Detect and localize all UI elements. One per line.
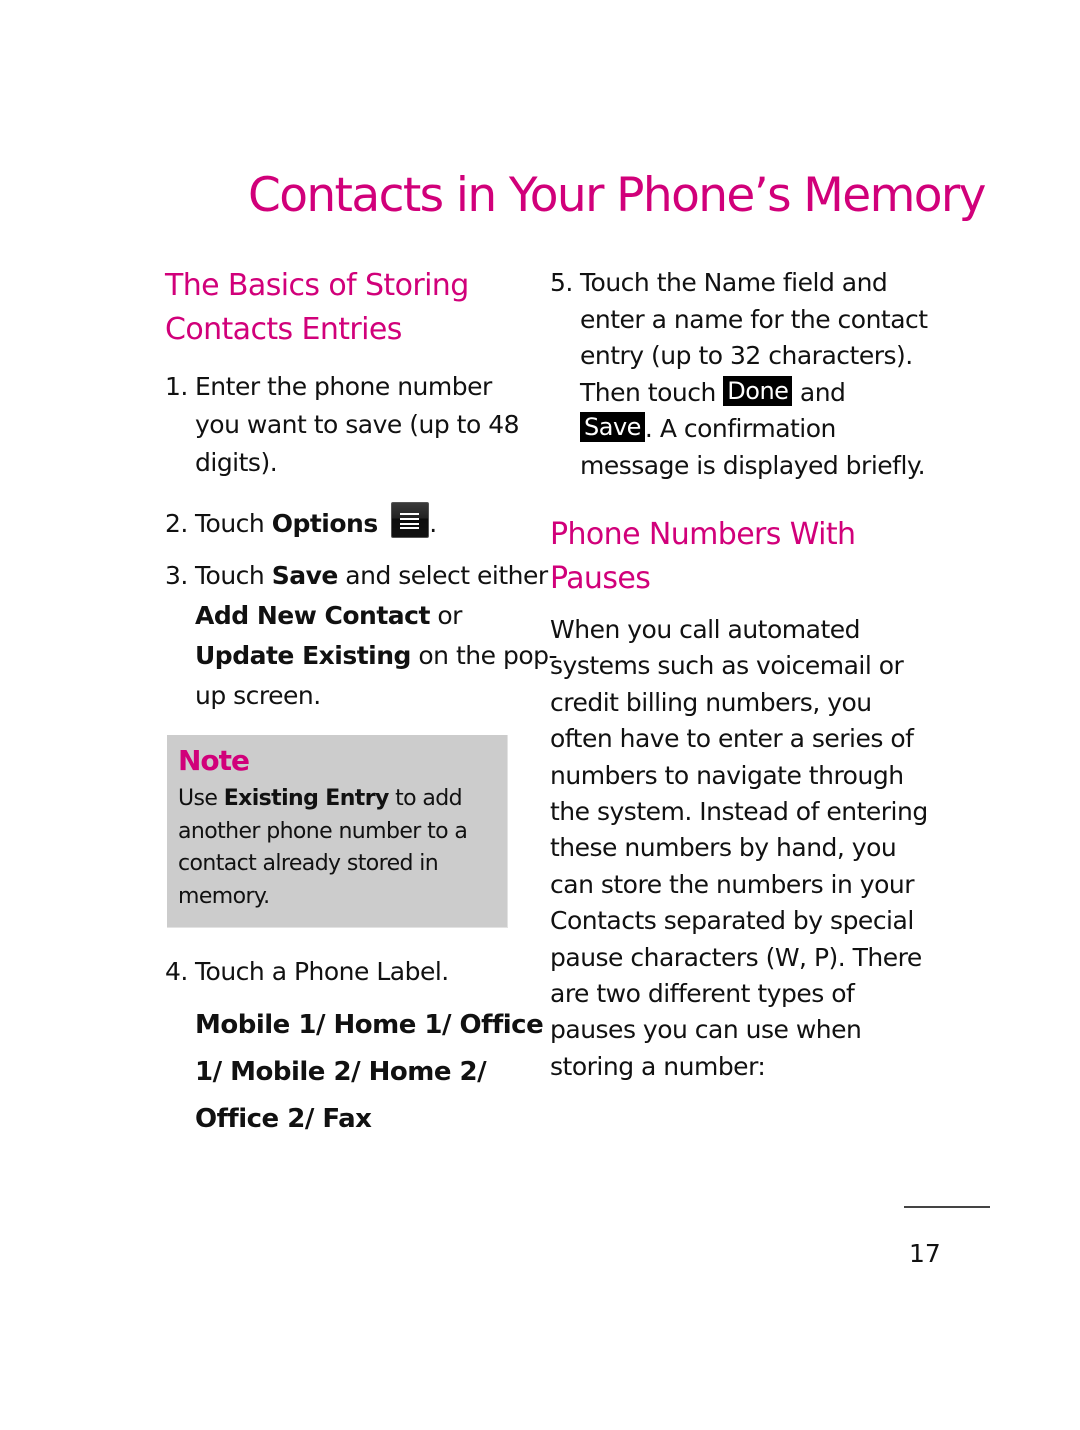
step-4: 4. Touch a Phone Label. [165, 953, 449, 990]
paragraph-line: can store the numbers in your [550, 869, 915, 899]
save-button-chip: Save [580, 412, 645, 442]
paragraph-line: these numbers by hand, you [550, 833, 897, 863]
heading-line: The Basics of Storing [165, 268, 469, 303]
note-text-part: Use [178, 786, 224, 811]
step-text: message is displayed briefly. [580, 450, 926, 480]
note-text-part: memory. [178, 883, 270, 909]
step-number: 2. [165, 509, 188, 538]
step-text: and select either [337, 561, 548, 590]
step-3: 3. Touch Save and select either Add New C… [165, 556, 558, 716]
step-5: 5. Touch the Name field and enter a name … [550, 265, 928, 484]
step-text: you want to save (up to 48 [195, 410, 520, 439]
existing-entry-label: Existing Entry [223, 786, 390, 811]
paragraph-line: pause characters (W, P). There [550, 942, 922, 972]
pauses-paragraph: When you call automated systems such as v… [550, 612, 928, 1085]
done-button-chip: Done [723, 375, 793, 406]
options-label: Options [271, 509, 379, 538]
paragraph-line: systems such as voicemail or [550, 651, 904, 681]
paragraph-line: pauses you can use when [550, 1015, 862, 1045]
step-number: 1. [165, 372, 188, 401]
paragraph-line: credit billing numbers, you [550, 687, 872, 717]
step-text: Touch [195, 509, 272, 538]
step-text: Enter the phone number [195, 372, 492, 401]
note-text: Use Existing Entry to add another phone … [178, 783, 468, 913]
add-new-contact-label: Add New Contact [195, 601, 430, 630]
phone-labels-line: Mobile 1/ Home 1/ Office [195, 1010, 544, 1040]
step-1: 1. Enter the phone number you want to sav… [165, 368, 520, 482]
step-text: Then touch [580, 377, 724, 407]
step-number: 5. [550, 268, 573, 297]
step-text: and [792, 377, 846, 407]
phone-labels-line: 1/ Mobile 2/ Home 2/ [195, 1057, 487, 1087]
note-text-part: another phone number to a [178, 818, 468, 844]
step-2: 2. Touch Options . [165, 502, 437, 542]
note-text-part: contact already stored in [178, 851, 439, 876]
section-heading-pauses: Phone Numbers With Pauses [550, 513, 856, 601]
update-existing-label: Update Existing [195, 641, 411, 670]
step-text: . [429, 509, 437, 538]
step-text: entry (up to 32 characters). [580, 341, 913, 370]
step-text: Touch a Phone Label. [195, 957, 449, 986]
paragraph-line: numbers to navigate through [550, 760, 904, 790]
step-text: up screen. [195, 681, 321, 710]
step-text: Touch [195, 561, 272, 590]
heading-line: Contacts Entries [165, 312, 402, 347]
paragraph-line: storing a number: [550, 1051, 766, 1081]
paragraph-line: the system. Instead of entering [550, 797, 928, 827]
page-title: Contacts in Your Phone’s Memory [248, 168, 986, 223]
footer-rule [904, 1206, 990, 1208]
step-text: Touch the Name field and [580, 268, 888, 297]
step-text: or [429, 601, 462, 630]
note-box: Note Use Existing Entry to add another p… [167, 735, 508, 928]
step-number: 4. [165, 957, 188, 986]
step-text: on the pop- [410, 641, 558, 670]
phone-labels: Mobile 1/ Home 1/ Office 1/ Mobile 2/ Ho… [195, 1002, 544, 1143]
note-title: Note [178, 744, 250, 777]
options-menu-icon [391, 502, 430, 538]
save-label: Save [271, 561, 339, 590]
page-number: 17 [909, 1239, 941, 1268]
paragraph-line: are two different types of [550, 979, 855, 1009]
paragraph-line: Contacts separated by special [550, 906, 914, 936]
step-text: enter a name for the contact [580, 304, 928, 334]
step-text: . A confirmation [644, 414, 836, 443]
note-text-part: to add [388, 786, 463, 811]
heading-line: Phone Numbers With [550, 517, 856, 552]
section-heading-basics: The Basics of Storing Contacts Entries [165, 264, 469, 352]
paragraph-line: often have to enter a series of [550, 724, 914, 754]
phone-labels-line: Office 2/ Fax [195, 1104, 372, 1134]
step-number: 3. [165, 561, 188, 590]
step-text: digits). [195, 448, 278, 477]
paragraph-line: When you call automated [550, 615, 861, 644]
heading-line: Pauses [550, 561, 651, 596]
